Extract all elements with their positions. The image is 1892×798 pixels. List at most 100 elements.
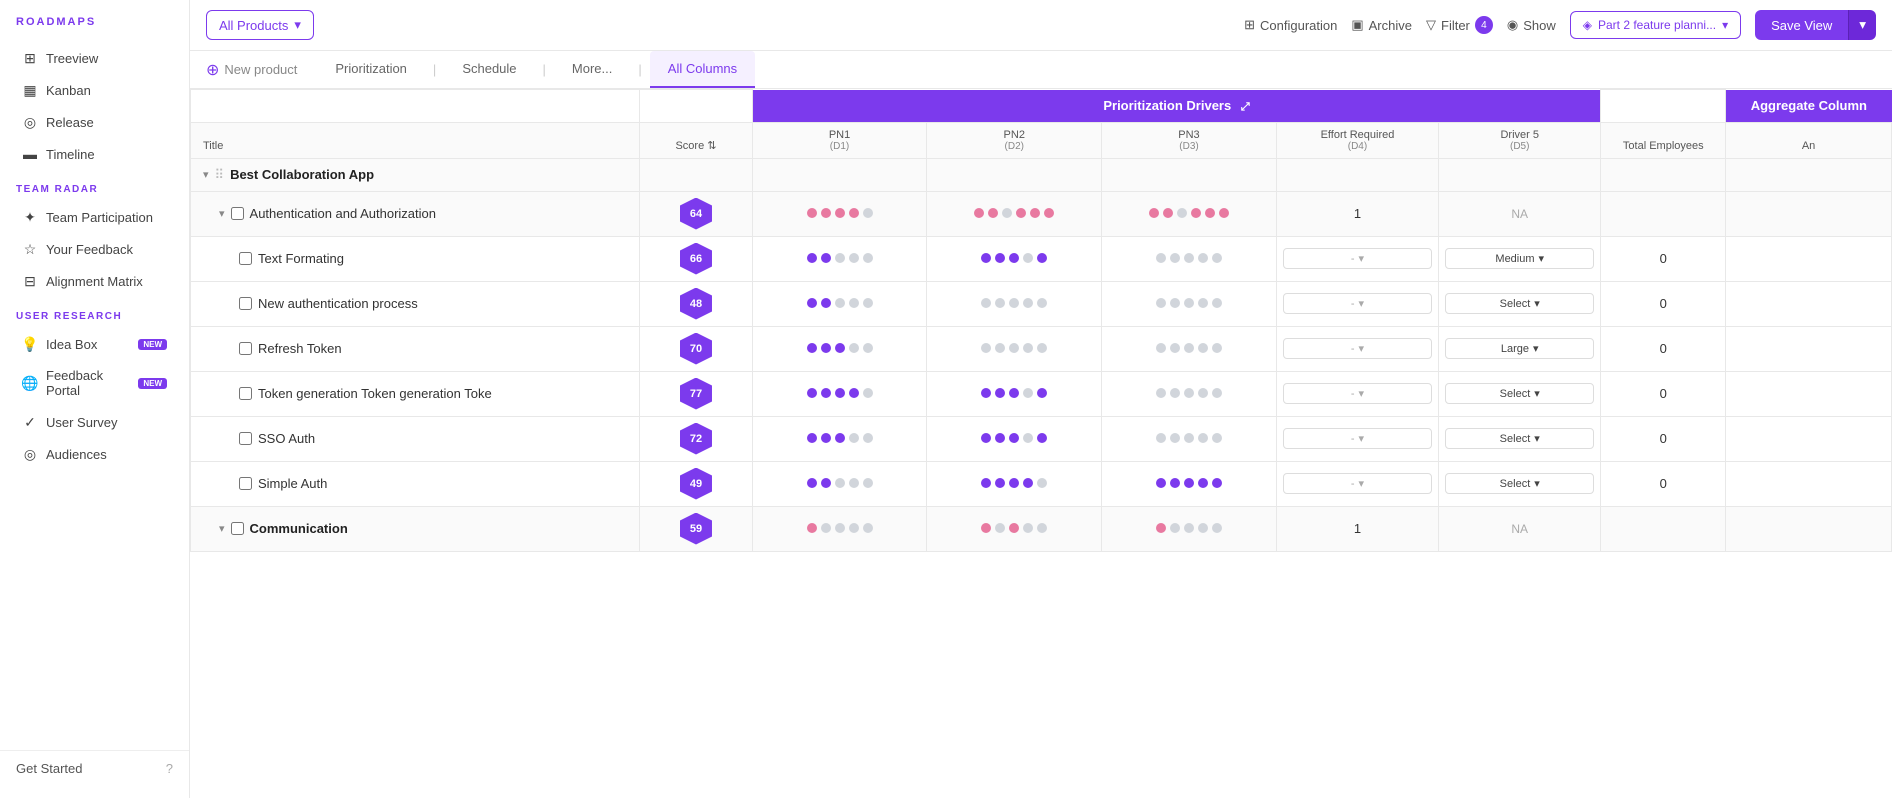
collapse-chevron[interactable]: ▾ bbox=[219, 207, 225, 220]
filter-btn[interactable]: ▽ Filter 4 bbox=[1426, 16, 1493, 34]
add-icon: ⊕ bbox=[206, 60, 219, 80]
dot bbox=[1212, 478, 1222, 488]
driver5-select[interactable]: Large ▾ bbox=[1445, 338, 1594, 359]
idea-box-badge: NEW bbox=[138, 339, 167, 350]
dot bbox=[995, 388, 1005, 398]
plan-dropdown[interactable]: ◈ Part 2 feature planni... ▾ bbox=[1570, 11, 1741, 39]
collapse-chevron[interactable]: ▾ bbox=[203, 168, 209, 181]
toolbar: All Products ▾ ⊞ Configuration ▣ Archive… bbox=[190, 0, 1892, 51]
dot bbox=[849, 388, 859, 398]
dot bbox=[835, 388, 845, 398]
row-checkbox[interactable] bbox=[239, 432, 252, 445]
effort-select[interactable]: - ▾ bbox=[1283, 338, 1432, 359]
score-badge: 49 bbox=[680, 468, 712, 500]
dot bbox=[995, 253, 1005, 263]
effort-select[interactable]: - ▾ bbox=[1283, 428, 1432, 449]
main-content: All Products ▾ ⊞ Configuration ▣ Archive… bbox=[190, 0, 1892, 798]
sidebar-item-idea-box[interactable]: 💡 Idea Box NEW bbox=[6, 329, 183, 359]
chevron-down-icon: ▾ bbox=[1359, 297, 1365, 310]
dot bbox=[835, 208, 845, 218]
driver5-select[interactable]: Select ▾ bbox=[1445, 428, 1594, 449]
dot bbox=[821, 388, 831, 398]
archive-btn[interactable]: ▣ Archive bbox=[1351, 17, 1412, 33]
main-table: Prioritization Drivers ⤢ Aggregate Colum… bbox=[190, 89, 1892, 552]
dot bbox=[995, 343, 1005, 353]
dot bbox=[863, 478, 873, 488]
configuration-icon: ⊞ bbox=[1244, 17, 1255, 33]
driver5-select[interactable]: Select ▾ bbox=[1445, 293, 1594, 314]
row-checkbox[interactable] bbox=[239, 387, 252, 400]
score-badge: 48 bbox=[680, 288, 712, 320]
dot bbox=[995, 523, 1005, 533]
sidebar-item-team-participation[interactable]: ✦ Team Participation bbox=[6, 202, 183, 232]
configuration-btn[interactable]: ⊞ Configuration bbox=[1244, 17, 1337, 33]
dot bbox=[1198, 388, 1208, 398]
product-dropdown[interactable]: All Products ▾ bbox=[206, 10, 314, 40]
save-view-arrow-button[interactable]: ▾ bbox=[1848, 10, 1876, 40]
get-started[interactable]: Get Started ? bbox=[0, 750, 189, 786]
tab-prioritization[interactable]: Prioritization bbox=[317, 51, 425, 88]
sidebar-item-timeline[interactable]: ▬ Timeline bbox=[6, 139, 183, 169]
sidebar-logo: ROADMAPS bbox=[0, 12, 189, 42]
dot bbox=[835, 253, 845, 263]
save-view-button[interactable]: Save View bbox=[1755, 10, 1848, 40]
tab-more[interactable]: More... bbox=[554, 51, 630, 88]
prioritization-drivers-header: Prioritization Drivers ⤢ bbox=[752, 90, 1601, 123]
driver5-select[interactable]: Select ▾ bbox=[1445, 473, 1594, 494]
dot bbox=[981, 388, 991, 398]
sidebar-item-treeview[interactable]: ⊞ Treeview bbox=[6, 43, 183, 73]
tab-schedule[interactable]: Schedule bbox=[444, 51, 534, 88]
score-badge: 59 bbox=[680, 513, 712, 545]
sort-icon[interactable]: ⇅ bbox=[707, 140, 716, 152]
dot bbox=[835, 478, 845, 488]
dot bbox=[1037, 433, 1047, 443]
comm-checkbox[interactable] bbox=[231, 522, 244, 535]
table-row: Simple Auth 49 - ▾ Select ▾ 0 bbox=[191, 461, 1892, 506]
dot bbox=[821, 478, 831, 488]
pn3-dots bbox=[1102, 191, 1277, 236]
row-checkbox[interactable] bbox=[239, 342, 252, 355]
dot bbox=[1170, 478, 1180, 488]
sidebar-item-kanban[interactable]: ▦ Kanban bbox=[6, 75, 183, 105]
sidebar-item-release[interactable]: ◎ Release bbox=[6, 107, 183, 137]
dot bbox=[1037, 523, 1047, 533]
dot bbox=[1030, 208, 1040, 218]
auth-checkbox[interactable] bbox=[231, 207, 244, 220]
dot bbox=[1212, 433, 1222, 443]
feedback-portal-badge: NEW bbox=[138, 378, 167, 389]
title-col-header: Title bbox=[191, 122, 640, 158]
show-btn[interactable]: ◉ Show bbox=[1507, 17, 1556, 33]
dot bbox=[1184, 298, 1194, 308]
row-checkbox[interactable] bbox=[239, 477, 252, 490]
pn1-col-header: PN1 (D1) bbox=[752, 122, 927, 158]
dot bbox=[1191, 208, 1201, 218]
sidebar-item-feedback-portal[interactable]: 🌐 Feedback Portal NEW bbox=[6, 361, 183, 405]
row-checkbox[interactable] bbox=[239, 297, 252, 310]
dot bbox=[821, 433, 831, 443]
sidebar-item-alignment-matrix[interactable]: ⊟ Alignment Matrix bbox=[6, 266, 183, 296]
effort-select[interactable]: - ▾ bbox=[1283, 293, 1432, 314]
dot bbox=[981, 523, 991, 533]
sidebar-item-user-survey[interactable]: ✓ User Survey bbox=[6, 407, 183, 437]
collapse-chevron[interactable]: ▾ bbox=[219, 522, 225, 535]
effort-select[interactable]: - ▾ bbox=[1283, 473, 1432, 494]
chevron-down-icon: ▾ bbox=[1533, 342, 1539, 355]
dot bbox=[1023, 523, 1033, 533]
dot bbox=[1156, 433, 1166, 443]
user-research-section: USER RESEARCH bbox=[0, 297, 189, 328]
expand-icon[interactable]: ⤢ bbox=[1241, 101, 1250, 113]
driver5-select[interactable]: Select ▾ bbox=[1445, 383, 1594, 404]
dot bbox=[863, 298, 873, 308]
sidebar-item-audiences[interactable]: ◎ Audiences bbox=[6, 439, 183, 469]
group-row: ▾ ⠿ Best Collaboration App bbox=[191, 158, 1892, 191]
dot bbox=[995, 433, 1005, 443]
effort-select[interactable]: - ▾ bbox=[1283, 383, 1432, 404]
row-checkbox[interactable] bbox=[239, 252, 252, 265]
new-product-btn[interactable]: ⊕ New product bbox=[206, 52, 297, 88]
sidebar-item-your-feedback[interactable]: ☆ Your Feedback bbox=[6, 234, 183, 264]
dot bbox=[1198, 433, 1208, 443]
chevron-down-icon: ▾ bbox=[1534, 432, 1540, 445]
driver5-select[interactable]: Medium ▾ bbox=[1445, 248, 1594, 269]
tab-all-columns[interactable]: All Columns bbox=[650, 51, 755, 88]
effort-select[interactable]: - ▾ bbox=[1283, 248, 1432, 269]
